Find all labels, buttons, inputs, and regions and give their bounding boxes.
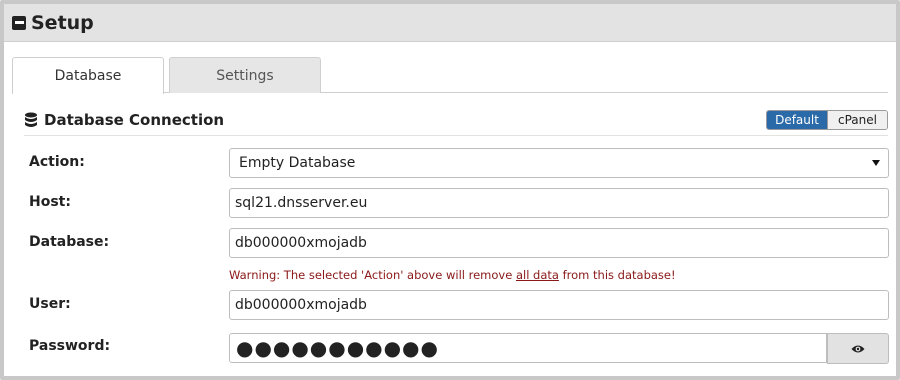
action-select-value: Empty Database xyxy=(239,155,356,171)
database-label: Database: xyxy=(29,234,110,250)
host-label: Host: xyxy=(29,194,71,210)
database-input[interactable]: db000000xmojadb xyxy=(229,228,889,258)
tab-bar: Database Settings xyxy=(12,57,888,94)
page-title: Setup xyxy=(31,11,94,34)
chevron-down-icon xyxy=(872,160,880,166)
cpanel-mode-button[interactable]: cPanel xyxy=(827,111,887,129)
password-label: Password: xyxy=(29,338,111,354)
setup-panel: Setup Database Settings Database Connect… xyxy=(0,0,900,380)
warning-text-prefix: Warning: The selected 'Action' above wil… xyxy=(229,268,516,282)
action-label: Action: xyxy=(29,154,85,170)
warning-message: Warning: The selected 'Action' above wil… xyxy=(229,268,676,282)
tab-database[interactable]: Database xyxy=(12,57,164,94)
default-mode-button[interactable]: Default xyxy=(767,111,827,129)
warning-all-data-link[interactable]: all data xyxy=(516,268,559,282)
host-input[interactable]: sql21.dnsserver.eu xyxy=(229,188,889,218)
user-input[interactable]: db000000xmojadb xyxy=(229,290,889,320)
user-label: User: xyxy=(29,296,71,312)
action-select[interactable]: Empty Database xyxy=(229,148,889,178)
tab-settings[interactable]: Settings xyxy=(169,57,321,93)
eye-icon xyxy=(851,345,865,352)
panel-header: Setup xyxy=(4,4,896,42)
password-input[interactable]: ●●●●●●●●●●● xyxy=(229,333,827,363)
collapse-icon[interactable] xyxy=(12,15,26,30)
show-password-button[interactable] xyxy=(827,333,889,364)
section-title: Database Connection xyxy=(44,111,225,129)
connection-mode-toggle: Default cPanel xyxy=(766,110,888,130)
section-header: Database Connection Default cPanel xyxy=(24,108,888,136)
database-icon xyxy=(25,112,37,127)
warning-text-suffix: from this database! xyxy=(558,268,676,282)
